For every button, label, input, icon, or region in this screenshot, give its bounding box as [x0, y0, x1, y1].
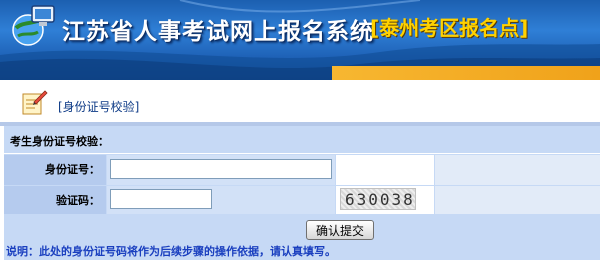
app-subtitle: [泰州考区报名点]	[370, 16, 529, 40]
captcha-image-text: 630038	[345, 190, 415, 209]
captcha-extra-cell	[435, 186, 600, 214]
header-banner: 江苏省人事考试网上报名系统 [泰州考区报名点]	[0, 0, 600, 80]
computer-globe-logo-icon	[12, 5, 55, 46]
section-title: [身份证号校验]	[58, 100, 140, 114]
app-title: 江苏省人事考试网上报名系统	[62, 19, 374, 45]
id-number-spacer-cell	[336, 155, 434, 185]
form-caption: 考生身份证号校验：	[10, 135, 109, 148]
captcha-image[interactable]: 630038	[340, 188, 416, 210]
section-header: [身份证号校验]	[0, 86, 600, 122]
id-number-input[interactable]	[110, 159, 332, 179]
submit-button[interactable]: 确认提交	[306, 220, 374, 240]
notepad-pencil-icon	[22, 90, 48, 115]
id-number-extra-cell	[435, 155, 600, 185]
captcha-label: 验证码：	[4, 186, 106, 214]
captcha-input[interactable]	[110, 189, 212, 209]
id-number-label: 身份证号：	[4, 155, 106, 185]
id-verify-form: 考生身份证号校验： 身份证号： 验证码： 630038 确认提交	[4, 126, 600, 260]
banner-accent-bar	[332, 66, 600, 80]
form-caption-row: 考生身份证号校验：	[4, 126, 600, 154]
instruction-note: 说明：此处的身份证号码将作为后续步骤的操作依据，请认真填写。	[6, 245, 336, 258]
